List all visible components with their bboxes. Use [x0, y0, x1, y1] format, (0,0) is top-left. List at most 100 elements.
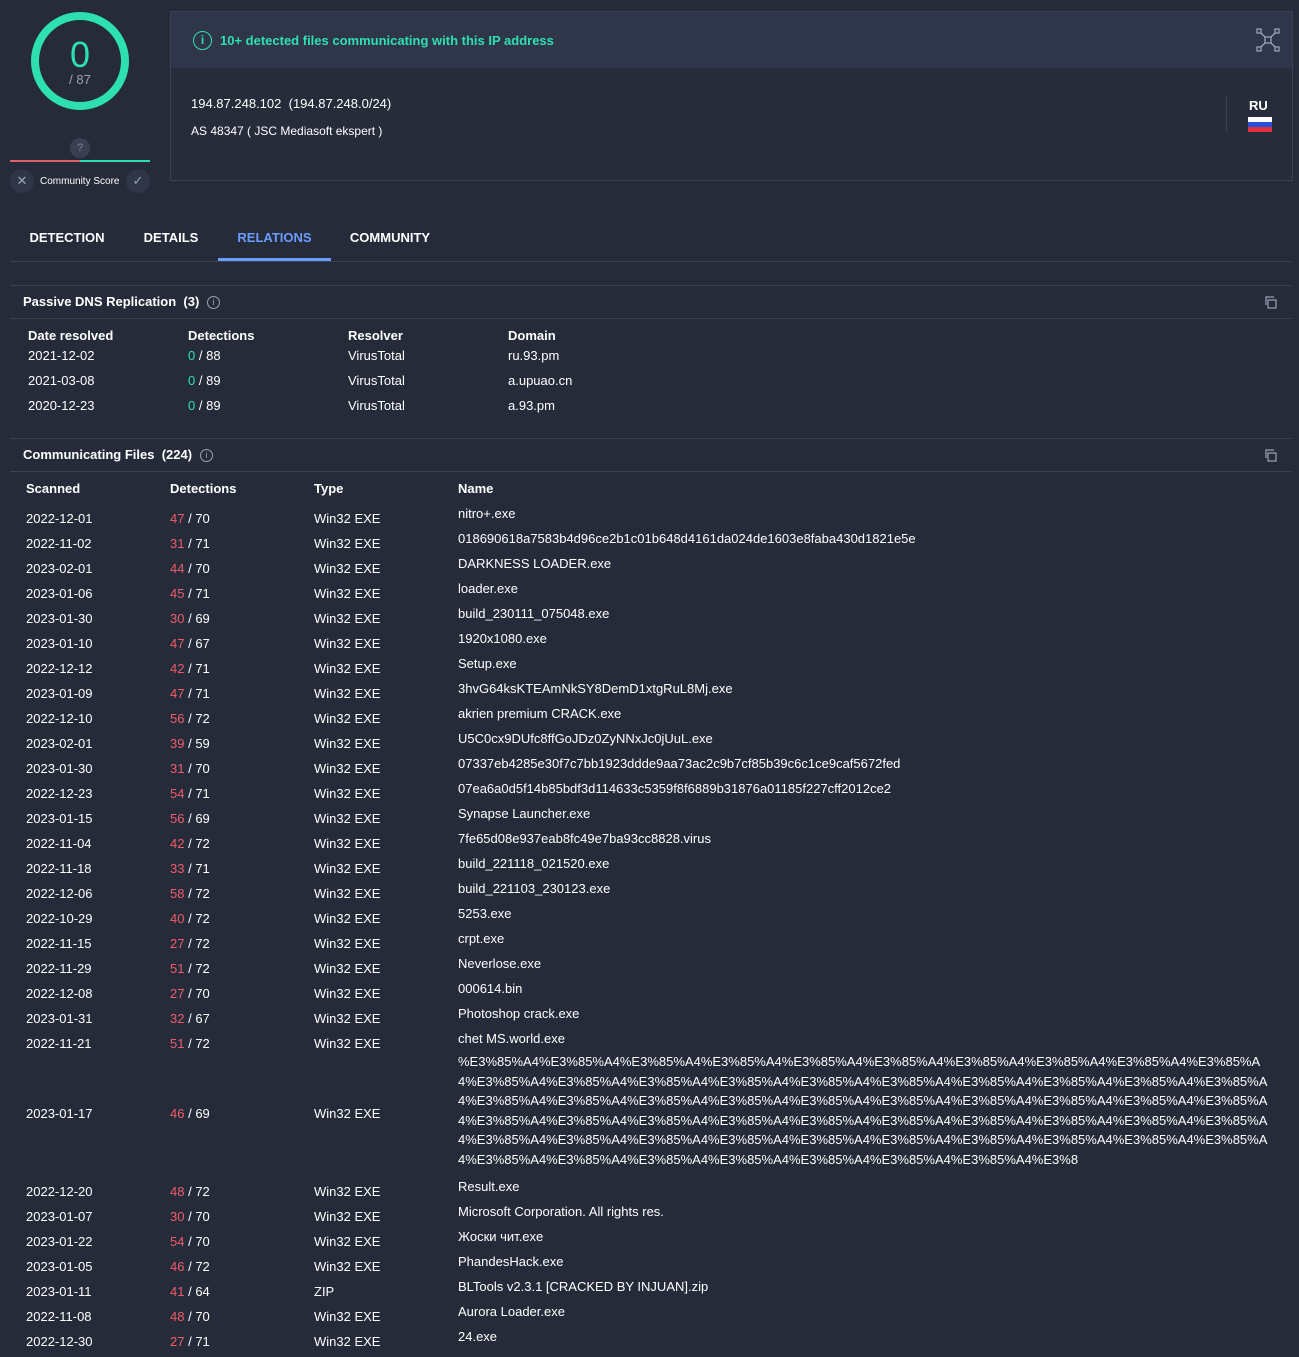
table-row[interactable]: 2023-01-30 31 / 70 Win32 EXE 07337eb4285e30… — [10, 756, 1291, 781]
table-row[interactable]: 2023-01-31 32 / 67 Win32 EXE Photoshop crac… — [10, 1006, 1291, 1031]
file-name-link[interactable]: Synapse Launcher.exe — [458, 806, 590, 821]
table-row[interactable]: 2023-02-01 39 / 59 Win32 EXE U5C0cx9DUfc8ff… — [10, 731, 1291, 756]
file-type-cell: Win32 EXE — [314, 636, 381, 651]
file-name-link[interactable]: 018690618a7583b4d96ce2b1c01b648d4161da02… — [458, 531, 916, 546]
table-row[interactable]: 2023-01-11 41 / 64 ZIP BLTools v2.3.1 [CRAC… — [10, 1279, 1291, 1304]
table-row[interactable]: 2022-12-30 27 / 71 Win32 EXE 24.exe — [10, 1329, 1291, 1354]
table-row[interactable]: 2022-12-20 48 / 72 Win32 EXE Result.exe — [10, 1179, 1291, 1204]
tab-community[interactable]: COMMUNITY — [338, 215, 442, 261]
table-row[interactable]: 2023-01-07 30 / 70 Win32 EXE Microsoft Corp… — [10, 1204, 1291, 1229]
scanned-date-cell: 2023-01-09 — [26, 686, 93, 701]
vote-harmless-button[interactable]: ✓ — [126, 169, 150, 193]
detections-total: / 71 — [188, 661, 210, 676]
table-row[interactable]: 2023-01-22 54 / 70 Win32 EXE Жоски чит.exe — [10, 1229, 1291, 1254]
file-name-link[interactable]: Microsoft Corporation. All rights res. — [458, 1204, 664, 1219]
tab-detection[interactable]: DETECTION — [10, 215, 124, 261]
domain-link[interactable]: a.upuao.cn — [508, 373, 572, 388]
graph-icon[interactable] — [1256, 28, 1280, 52]
info-icon[interactable]: i — [200, 449, 213, 462]
file-name-link[interactable]: nitro+.exe — [458, 506, 515, 521]
domain-link[interactable]: a.93.pm — [508, 398, 555, 413]
file-name-link[interactable]: Aurora Loader.exe — [458, 1304, 565, 1319]
table-row[interactable]: 2022-12-06 58 / 72 Win32 EXE build_221103_2… — [10, 881, 1291, 906]
table-row[interactable]: 2020-12-23 0 / 89 VirusTotal a.93.pm — [10, 398, 1291, 423]
table-row[interactable]: 2022-12-23 54 / 71 Win32 EXE 07ea6a0d5f14b8… — [10, 781, 1291, 806]
file-name-link[interactable]: build_221103_230123.exe — [458, 881, 610, 896]
table-row[interactable]: 2023-01-10 47 / 67 Win32 EXE 1920x1080.exe — [10, 631, 1291, 656]
file-name-link[interactable]: BLTools v2.3.1 [CRACKED BY INJUAN].zip — [458, 1279, 708, 1294]
ip-value: 194.87.248.102 — [191, 96, 282, 111]
vote-harmful-button[interactable]: ✕ — [10, 169, 34, 193]
tab-details[interactable]: DETAILS — [132, 215, 210, 261]
table-row[interactable]: 2023-01-06 45 / 71 Win32 EXE loader.exe — [10, 581, 1291, 606]
file-name-link[interactable]: Setup.exe — [458, 656, 517, 671]
tab-relations[interactable]: RELATIONS — [218, 215, 331, 261]
detections-positive: 48 — [170, 1184, 185, 1199]
table-row[interactable]: 2023-01-05 46 / 72 Win32 EXE PhandesHack.ex… — [10, 1254, 1291, 1279]
file-name-link[interactable]: %E3%85%A4%E3%85%A4%E3%85%A4%E3%85%A4%E3%… — [458, 1052, 1278, 1169]
info-icon[interactable]: i — [207, 296, 220, 309]
table-row[interactable]: 2022-10-29 40 / 72 Win32 EXE 5253.exe — [10, 906, 1291, 931]
detections-total: / 67 — [188, 1011, 210, 1026]
column-header[interactable]: Detections — [188, 328, 254, 343]
table-row[interactable]: 2022-11-04 42 / 72 Win32 EXE 7fe65d08e937ea… — [10, 831, 1291, 856]
table-row[interactable]: 2022-11-02 31 / 71 Win32 EXE 018690618a7583… — [10, 531, 1291, 556]
table-row[interactable]: 2022-12-01 47 / 70 Win32 EXE nitro+.exe — [10, 506, 1291, 531]
table-row[interactable]: 2023-01-15 56 / 69 Win32 EXE Synapse Launch… — [10, 806, 1291, 831]
detections-positive: 32 — [170, 1011, 185, 1026]
file-name-link[interactable]: 07ea6a0d5f14b85bdf3d114633c5359f8f6889b3… — [458, 781, 891, 796]
file-name-link[interactable]: crpt.exe — [458, 931, 504, 946]
scanned-date-cell: 2022-12-30 — [26, 1334, 93, 1349]
file-name-link[interactable]: 1920x1080.exe — [458, 631, 547, 646]
column-header[interactable]: Detections — [170, 481, 236, 496]
column-header[interactable]: Resolver — [348, 328, 403, 343]
file-name-link[interactable]: 24.exe — [458, 1329, 497, 1344]
file-name-link[interactable]: DARKNESS LOADER.exe — [458, 556, 611, 571]
file-name-link[interactable]: build_221118_021520.exe — [458, 856, 609, 871]
domain-link[interactable]: ru.93.pm — [508, 348, 559, 363]
table-row[interactable]: 2022-11-08 48 / 70 Win32 EXE Aurora Loader.… — [10, 1304, 1291, 1329]
column-header[interactable]: Scanned — [26, 481, 80, 496]
file-name-link[interactable]: Жоски чит.exe — [458, 1229, 543, 1244]
file-name-link[interactable]: Result.exe — [458, 1179, 519, 1194]
table-row[interactable]: 2022-12-10 56 / 72 Win32 EXE akrien premium… — [10, 706, 1291, 731]
scanned-date-cell: 2023-02-01 — [26, 561, 93, 576]
file-name-link[interactable]: chet MS.world.exe — [458, 1031, 565, 1046]
table-row[interactable]: 2022-12-08 27 / 70 Win32 EXE 000614.bin — [10, 981, 1291, 1006]
table-row[interactable]: 2023-01-30 30 / 69 Win32 EXE build_230111_0… — [10, 606, 1291, 631]
table-row[interactable]: 2021-03-08 0 / 89 VirusTotal a.upuao.cn — [10, 373, 1291, 398]
copy-icon[interactable] — [1264, 449, 1277, 462]
table-row[interactable]: 2022-11-29 51 / 72 Win32 EXE Neverlose.exe — [10, 956, 1291, 981]
column-header[interactable]: Type — [314, 481, 343, 496]
file-name-link[interactable]: loader.exe — [458, 581, 518, 596]
file-name-link[interactable]: build_230111_075048.exe — [458, 606, 609, 621]
detections-positive: 39 — [170, 736, 185, 751]
file-name-link[interactable]: 5253.exe — [458, 906, 512, 921]
file-name-link[interactable]: U5C0cx9DUfc8ffGoJDz0ZyNNxJc0jUuL.exe — [458, 731, 713, 746]
table-row[interactable]: 2022-12-12 42 / 71 Win32 EXE Setup.exe — [10, 656, 1291, 681]
column-header[interactable]: Date resolved — [28, 328, 113, 343]
detections-cell: 33 / 71 — [170, 861, 210, 876]
table-row[interactable]: 2023-01-09 47 / 71 Win32 EXE 3hvG64ksKTEAmN… — [10, 681, 1291, 706]
file-name-link[interactable]: 7fe65d08e937eab8fc49e7ba93cc8828.virus — [458, 831, 711, 846]
column-header[interactable]: Domain — [508, 328, 556, 343]
file-name-link[interactable]: PhandesHack.exe — [458, 1254, 564, 1269]
file-name-link[interactable]: 3hvG64ksKTEAmNkSY8DemD1xtgRuL8Mj.exe — [458, 681, 733, 696]
detections-positive: 42 — [170, 661, 185, 676]
file-name-link[interactable]: 000614.bin — [458, 981, 522, 996]
copy-icon[interactable] — [1264, 296, 1277, 309]
table-row[interactable]: 2022-11-18 33 / 71 Win32 EXE build_221118_0… — [10, 856, 1291, 881]
divider — [1226, 96, 1227, 132]
file-name-link[interactable]: Photoshop crack.exe — [458, 1006, 579, 1021]
table-row[interactable]: 2022-11-15 27 / 72 Win32 EXE crpt.exe — [10, 931, 1291, 956]
scanned-date-cell: 2023-01-10 — [26, 636, 93, 651]
file-type-cell: Win32 EXE — [314, 661, 381, 676]
file-name-link[interactable]: 07337eb4285e30f7c7bb1923ddde9aa73ac2c9b7… — [458, 756, 900, 771]
table-row[interactable]: 2021-12-02 0 / 88 VirusTotal ru.93.pm — [10, 348, 1291, 373]
column-header[interactable]: Name — [458, 481, 493, 496]
file-name-link[interactable]: Neverlose.exe — [458, 956, 541, 971]
detections-total: / 69 — [188, 611, 210, 626]
file-name-link[interactable]: akrien premium CRACK.exe — [458, 706, 621, 721]
table-row[interactable]: 2023-01-17 46 / 69 Win32 EXE %E3%85%A4%E3%8… — [10, 1052, 1291, 1176]
table-row[interactable]: 2023-02-01 44 / 70 Win32 EXE DARKNESS LOADE… — [10, 556, 1291, 581]
